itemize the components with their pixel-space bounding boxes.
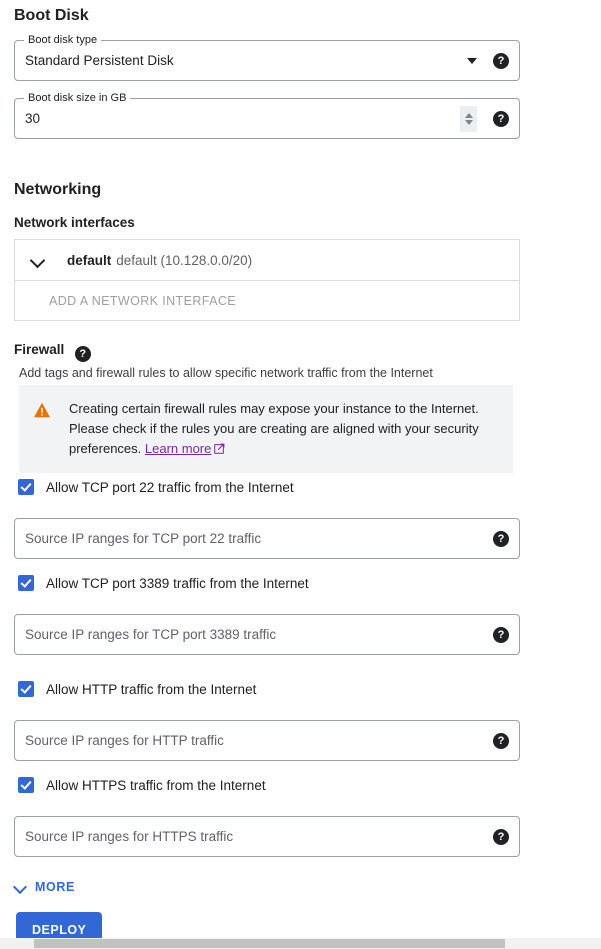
vm-create-form-page: Boot Disk Boot disk type Standard Persis… (0, 0, 601, 949)
source-ip-tcp-3389-placeholder: Source IP ranges for TCP port 3389 traff… (25, 627, 277, 642)
help-icon[interactable]: ? (493, 52, 509, 69)
source-ip-http-placeholder: Source IP ranges for HTTP traffic (25, 733, 224, 748)
network-interface-row[interactable]: default default (10.128.0.0/20) (15, 240, 519, 281)
chevron-down-icon[interactable] (31, 253, 45, 267)
help-icon[interactable]: ? (493, 530, 509, 547)
boot-disk-heading: Boot Disk (14, 7, 89, 24)
help-icon[interactable]: ? (74, 346, 91, 362)
firewall-description: Add tags and firewall rules to allow spe… (19, 366, 433, 380)
checkbox-checked-icon[interactable] (18, 681, 34, 697)
firewall-heading: Firewall (14, 342, 65, 357)
help-icon[interactable]: ? (493, 828, 509, 845)
more-toggle-button[interactable]: MORE (14, 880, 75, 894)
allow-tcp-3389-label: Allow TCP port 3389 traffic from the Int… (46, 575, 309, 591)
networking-heading: Networking (14, 181, 102, 198)
checkbox-checked-icon[interactable] (18, 777, 34, 793)
firewall-heading-row: Firewall ? (14, 341, 91, 362)
source-ip-https-placeholder: Source IP ranges for HTTPS traffic (25, 829, 234, 844)
boot-disk-size-input[interactable]: Boot disk size in GB 30 ? (14, 92, 520, 139)
firewall-warning-text: Creating certain firewall rules may expo… (69, 399, 497, 459)
source-ip-tcp-22-placeholder: Source IP ranges for TCP port 22 traffic (25, 531, 262, 546)
allow-tcp-22-label: Allow TCP port 22 traffic from the Inter… (46, 479, 294, 495)
boot-disk-size-label: Boot disk size in GB (24, 92, 131, 104)
stepper-down-icon[interactable] (464, 119, 473, 125)
source-ip-https-input[interactable]: Source IP ranges for HTTPS traffic ? (14, 816, 520, 857)
checkbox-checked-icon[interactable] (18, 479, 34, 495)
network-interfaces-card: default default (10.128.0.0/20) ADD A NE… (14, 239, 520, 321)
warning-triangle-icon (33, 402, 51, 418)
help-icon[interactable]: ? (493, 110, 509, 127)
horizontal-scrollbar-thumb[interactable] (34, 939, 505, 948)
more-label: MORE (35, 880, 75, 894)
network-interface-name: default (67, 252, 112, 268)
allow-http-label: Allow HTTP traffic from the Internet (46, 681, 257, 697)
firewall-warning-banner: Creating certain firewall rules may expo… (19, 385, 513, 473)
learn-more-link[interactable]: Learn more (145, 441, 211, 456)
source-ip-tcp-22-input[interactable]: Source IP ranges for TCP port 22 traffic… (14, 518, 520, 559)
network-interfaces-subheading: Network interfaces (14, 215, 135, 230)
add-network-interface-button[interactable]: ADD A NETWORK INTERFACE (15, 281, 519, 320)
chevron-down-icon[interactable] (14, 881, 27, 894)
external-link-icon[interactable] (214, 440, 225, 454)
network-interface-description: default (10.128.0.0/20) (116, 252, 253, 268)
firewall-warning-message: Creating certain firewall rules may expo… (69, 401, 479, 456)
help-icon[interactable]: ? (493, 732, 509, 749)
allow-https-label: Allow HTTPS traffic from the Internet (46, 777, 266, 793)
source-ip-tcp-3389-input[interactable]: Source IP ranges for TCP port 3389 traff… (14, 614, 520, 655)
boot-disk-size-value: 30 (25, 111, 41, 126)
stepper-up-icon[interactable] (464, 112, 473, 118)
quantity-stepper[interactable] (460, 105, 477, 132)
source-ip-http-input[interactable]: Source IP ranges for HTTP traffic ? (14, 720, 520, 761)
allow-tcp-22-checkbox-row[interactable]: Allow TCP port 22 traffic from the Inter… (18, 479, 294, 495)
allow-https-checkbox-row[interactable]: Allow HTTPS traffic from the Internet (18, 777, 266, 793)
boot-disk-type-label: Boot disk type (24, 34, 102, 46)
chevron-down-icon[interactable] (467, 57, 477, 64)
horizontal-scrollbar[interactable] (0, 938, 601, 949)
allow-tcp-3389-checkbox-row[interactable]: Allow TCP port 3389 traffic from the Int… (18, 575, 309, 591)
help-icon[interactable]: ? (493, 626, 509, 643)
checkbox-checked-icon[interactable] (18, 575, 34, 591)
boot-disk-type-select[interactable]: Boot disk type Standard Persistent Disk … (14, 34, 520, 81)
allow-http-checkbox-row[interactable]: Allow HTTP traffic from the Internet (18, 681, 256, 697)
boot-disk-type-value: Standard Persistent Disk (25, 53, 174, 68)
